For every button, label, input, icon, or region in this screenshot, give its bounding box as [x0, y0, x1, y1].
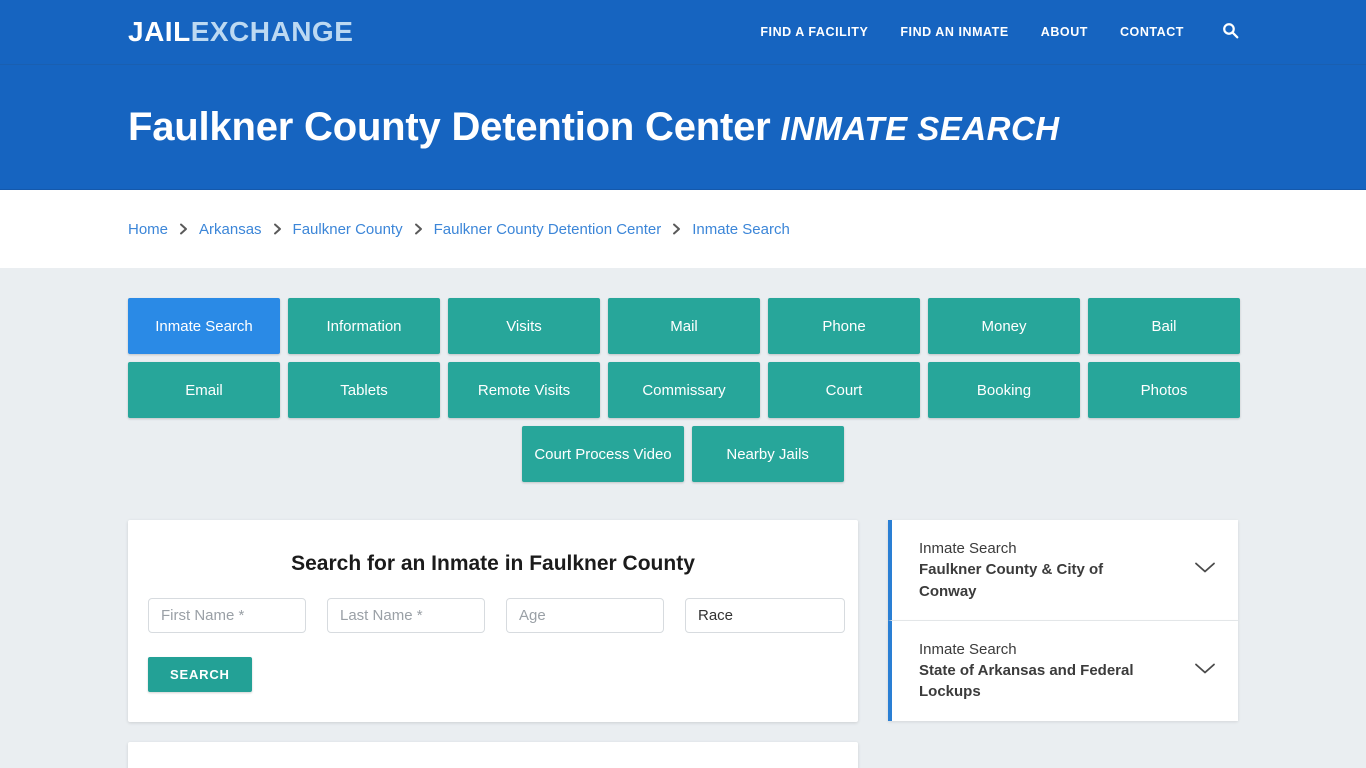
tab-court[interactable]: Court	[768, 362, 920, 418]
chevron-right-icon	[273, 223, 282, 235]
tab-booking[interactable]: Booking	[928, 362, 1080, 418]
main-content: Inmate Search Information Visits Mail Ph…	[0, 268, 1366, 768]
search-icon	[1222, 22, 1239, 42]
accordion-item-state-federal[interactable]: Inmate Search State of Arkansas and Fede…	[888, 620, 1238, 721]
nav-item-find-a-facility[interactable]: FIND A FACILITY	[760, 25, 868, 39]
age-input[interactable]	[506, 598, 664, 633]
tab-row-3: Court Process Video Nearby Jails	[128, 426, 1238, 482]
breadcrumb-item-detention-center[interactable]: Faulkner County Detention Center	[434, 221, 662, 238]
accordion-item-county-conway[interactable]: Inmate Search Faulkner County & City of …	[888, 520, 1238, 621]
inmate-search-accordion: Inmate Search Faulkner County & City of …	[888, 520, 1238, 721]
chevron-down-icon	[1194, 662, 1216, 680]
chevron-right-icon	[179, 223, 188, 235]
tab-commissary[interactable]: Commissary	[608, 362, 760, 418]
accordion-item-title: Inmate Search	[919, 540, 1017, 557]
first-name-input[interactable]	[148, 598, 306, 633]
breadcrumb-item-home[interactable]: Home	[128, 221, 168, 238]
inmate-search-card: Search for an Inmate in Faulkner County …	[128, 520, 858, 722]
search-form-row: Race	[148, 598, 845, 633]
nav-item-contact[interactable]: CONTACT	[1120, 25, 1184, 39]
nav-item-find-an-inmate[interactable]: FIND AN INMATE	[900, 25, 1008, 39]
page-title: Faulkner County Detention Center INMATE S…	[128, 105, 1060, 149]
tab-email[interactable]: Email	[128, 362, 280, 418]
facility-tab-grid: Inmate Search Information Visits Mail Ph…	[128, 268, 1240, 482]
main-column: Search for an Inmate in Faulkner County …	[128, 520, 858, 768]
accordion-item-subtitle: State of Arkansas and Federal Lockups	[919, 662, 1134, 701]
main-navigation: FIND A FACILITY FIND AN INMATE ABOUT CON…	[760, 22, 1239, 42]
tab-row-2: Email Tablets Remote Visits Commissary C…	[128, 362, 1240, 418]
accordion-item-subtitle: Faulkner County & City of Conway	[919, 561, 1104, 600]
logo-text-secondary: EXCHANGE	[190, 16, 354, 47]
breadcrumb-item-inmate-search: Inmate Search	[692, 220, 790, 238]
breadcrumb: Home Arkansas Faulkner County Faulkner C…	[128, 221, 790, 238]
breadcrumb-item-arkansas[interactable]: Arkansas	[199, 221, 262, 238]
tab-nearby-jails[interactable]: Nearby Jails	[691, 426, 844, 482]
tab-information[interactable]: Information	[288, 298, 440, 354]
search-card-title: Search for an Inmate in Faulkner County	[291, 552, 695, 575]
tab-remote-visits[interactable]: Remote Visits	[448, 362, 600, 418]
tab-mail[interactable]: Mail	[608, 298, 760, 354]
top-bar: JAILEXCHANGE FIND A FACILITY FIND AN INM…	[0, 0, 1366, 65]
site-logo[interactable]: JAILEXCHANGE	[128, 18, 353, 46]
search-submit-button[interactable]: SEARCH	[148, 657, 252, 692]
accordion-item-title: Inmate Search	[919, 640, 1017, 658]
chevron-right-icon	[672, 223, 681, 235]
nav-search-button[interactable]	[1222, 22, 1239, 42]
tab-row-1: Inmate Search Information Visits Mail Ph…	[128, 298, 1240, 354]
tab-money[interactable]: Money	[928, 298, 1080, 354]
hero-banner: Faulkner County Detention Center INMATE S…	[0, 65, 1366, 189]
race-select[interactable]: Race	[685, 598, 845, 633]
breadcrumb-band: Home Arkansas Faulkner County Faulkner C…	[0, 190, 1366, 268]
accordion-item-text: Inmate Search State of Arkansas and Fede…	[919, 639, 1159, 703]
tab-bail[interactable]: Bail	[1088, 298, 1240, 354]
secondary-results-card	[128, 742, 858, 768]
page-title-suffix: INMATE SEARCH	[780, 110, 1060, 147]
tab-tablets[interactable]: Tablets	[288, 362, 440, 418]
breadcrumb-item-faulkner-county[interactable]: Faulkner County	[293, 221, 403, 238]
tab-phone[interactable]: Phone	[768, 298, 920, 354]
tab-visits[interactable]: Visits	[448, 298, 600, 354]
sidebar-column: Inmate Search Faulkner County & City of …	[888, 520, 1238, 721]
accordion-item-text: Inmate Search Faulkner County & City of …	[919, 538, 1159, 602]
chevron-right-icon	[414, 223, 423, 235]
tab-court-process-video[interactable]: Court Process Video	[522, 426, 684, 482]
tab-inmate-search[interactable]: Inmate Search	[128, 298, 280, 354]
nav-item-about[interactable]: ABOUT	[1041, 25, 1088, 39]
page-title-facility: Faulkner County Detention Center	[128, 105, 771, 149]
last-name-input[interactable]	[327, 598, 485, 633]
logo-text-primary: JAIL	[128, 16, 191, 47]
site-header: JAILEXCHANGE FIND A FACILITY FIND AN INM…	[0, 0, 1366, 190]
chevron-down-icon	[1194, 561, 1216, 579]
tab-photos[interactable]: Photos	[1088, 362, 1240, 418]
content-columns: Search for an Inmate in Faulkner County …	[128, 520, 1238, 768]
